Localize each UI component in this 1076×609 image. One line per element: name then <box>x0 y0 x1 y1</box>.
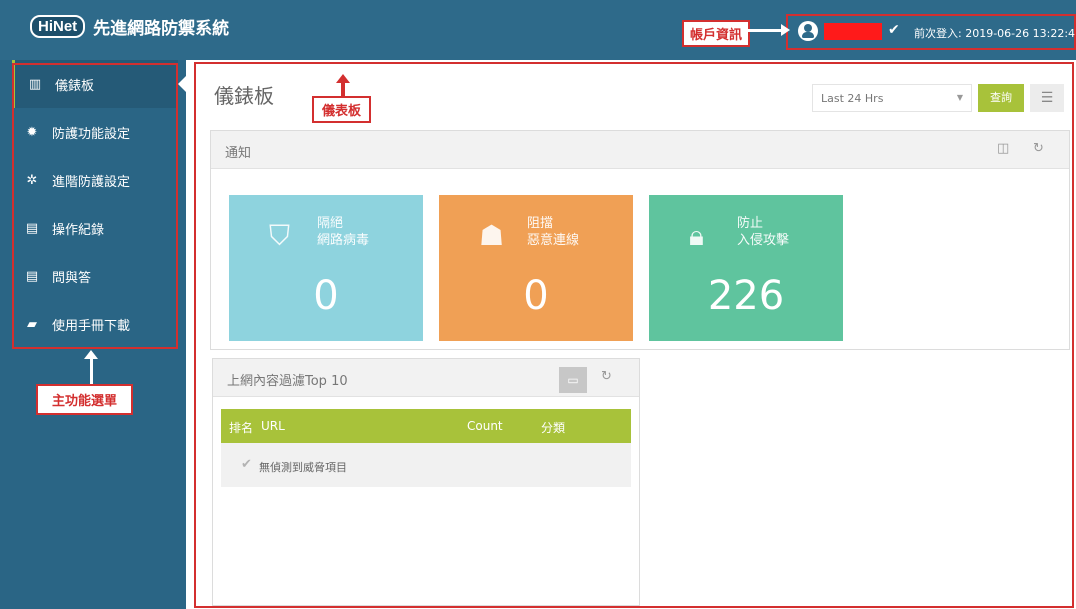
top-bar: HiNet 先進網路防禦系統 ✔ 前次登入: 2019-06-26 13:22:… <box>0 0 1076 60</box>
columns-icon[interactable]: ◫ <box>997 141 1009 156</box>
tile-label-line1: 隔絕 <box>317 216 344 231</box>
user-icon <box>798 21 818 41</box>
time-range-value: Last 24 Hrs <box>821 92 884 105</box>
annotation-arrow-up-icon <box>336 74 350 96</box>
tile-label-line2: 網路病毒 <box>317 233 370 248</box>
empty-state-text: 無偵測到威脅項目 <box>259 461 347 474</box>
brand[interactable]: HiNet 先進網路防禦系統 <box>30 14 229 39</box>
notification-panel: 通知 ◫ ↻ ⛉ 隔絕 網路病毒 0 ☗ 阻擋 惡意連線 0 🔒︎ 防止 入侵攻… <box>210 130 1070 350</box>
list-view-button[interactable]: ☰ <box>1030 84 1064 112</box>
page-title: 儀錶板 <box>214 84 274 108</box>
annotation-dashboard: 儀表板 <box>312 96 372 123</box>
tile-malicious-blocked: ☗ 阻擋 惡意連線 0 <box>439 195 633 341</box>
user-menu[interactable]: ✔ 前次登入: 2019-06-26 13:22:4 <box>786 14 1076 50</box>
tile-virus-blocked: ⛉ 隔絕 網路病毒 0 <box>229 195 423 341</box>
time-range-select[interactable]: Last 24 Hrs ▼ <box>812 84 972 112</box>
last-login-text: 前次登入: 2019-06-26 13:22:4 <box>914 27 1076 40</box>
tile-label-line2: 惡意連線 <box>527 233 580 248</box>
table-header: 排名 URL Count 分類 <box>221 409 631 443</box>
content-filter-panel: 上網內容過濾Top 10 ▭ ↻ 排名 URL Count 分類 ✔ 無偵測到威… <box>212 358 640 606</box>
panel-header: 上網內容過濾Top 10 ▭ ↻ <box>213 359 639 397</box>
annotation-arrow-right-icon <box>742 24 790 36</box>
list-icon: ☰ <box>1040 90 1054 106</box>
column-header-category[interactable]: 分類 <box>541 419 565 436</box>
tile-label-line2: 入侵攻擊 <box>737 233 790 248</box>
caret-down-icon: ▼ <box>956 93 963 102</box>
panel-title: 通知 <box>225 146 252 161</box>
lock-icon: 🔒︎ <box>689 219 704 252</box>
query-button[interactable]: 查詢 <box>978 84 1024 112</box>
tile-intrusion-prevented: 🔒︎ 防止 入侵攻擊 226 <box>649 195 843 341</box>
check-icon: ✔ <box>241 457 252 472</box>
chevron-down-icon[interactable]: ✔ <box>888 22 900 38</box>
tile-value: 0 <box>523 273 549 319</box>
panel-header: 通知 ◫ ↻ <box>211 131 1069 169</box>
table-row: ✔ 無偵測到威脅項目 <box>221 443 631 487</box>
app-title: 先進網路防禦系統 <box>93 19 230 39</box>
tile-value: 226 <box>707 273 785 319</box>
column-header-rank[interactable]: 排名 <box>229 419 253 436</box>
panel-title: 上網內容過濾Top 10 <box>227 374 348 389</box>
annotation-account-info: 帳戶資訊 <box>682 20 751 47</box>
tile-value: 0 <box>313 273 339 319</box>
column-header-url[interactable]: URL <box>261 419 285 433</box>
tile-label-line1: 阻擋 <box>527 216 554 231</box>
shield-icon: ⛉ <box>269 219 291 252</box>
annotation-arrow-up-icon <box>84 350 98 384</box>
redacted-username <box>824 23 882 40</box>
active-caret-icon <box>178 76 186 92</box>
refresh-icon[interactable]: ↻ <box>601 369 612 384</box>
spy-icon: ☗ <box>479 219 505 252</box>
annotation-menu-box <box>12 63 178 349</box>
column-header-count[interactable]: Count <box>467 419 503 433</box>
tile-label-line1: 防止 <box>737 216 764 231</box>
hinet-logo: HiNet <box>30 15 86 38</box>
annotation-main-menu: 主功能選單 <box>36 384 134 415</box>
collapse-button[interactable]: ▭ <box>559 367 587 393</box>
refresh-icon[interactable]: ↻ <box>1033 141 1044 156</box>
